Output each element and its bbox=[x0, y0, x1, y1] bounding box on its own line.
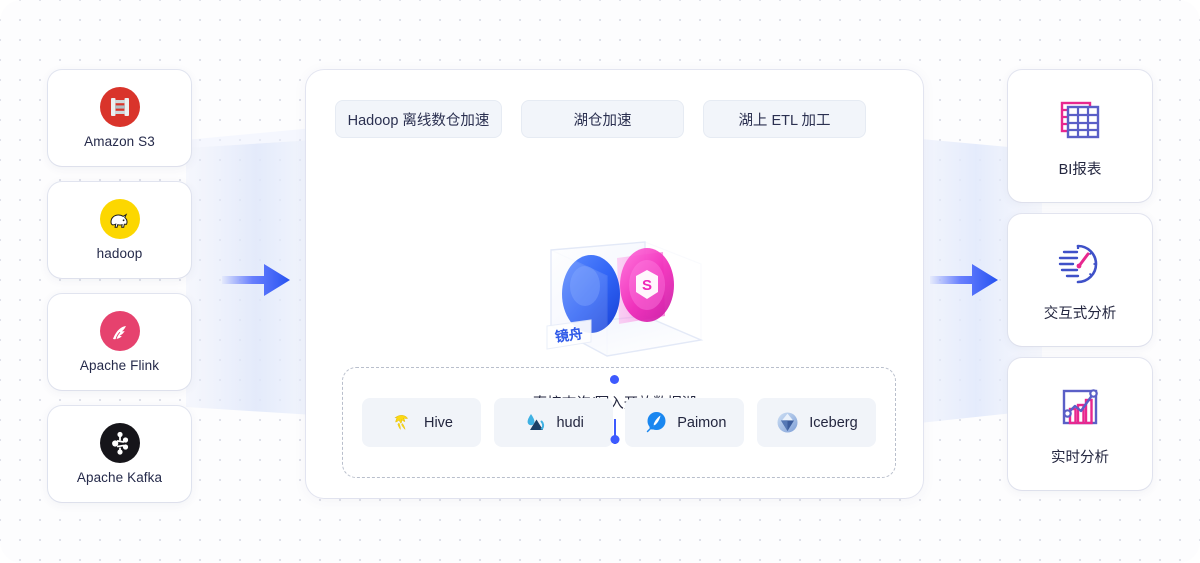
lake-label: Iceberg bbox=[809, 414, 858, 431]
lake-card-iceberg[interactable]: Iceberg bbox=[756, 398, 876, 447]
center-platform-panel: Hadoop 离线数仓加速 湖仓加速 湖上 ETL 加工 S 镜舟 直接查询/写… bbox=[306, 70, 923, 498]
outcome-label: 实时分析 bbox=[1051, 449, 1109, 466]
hadoop-icon bbox=[99, 199, 140, 239]
lake-label: Hive bbox=[423, 414, 453, 431]
lake-format-group: Hive hudi Paimon Iceberg bbox=[342, 367, 896, 478]
diagram-canvas: Amazon S3 hadoop Apache Flink Apache Kaf… bbox=[0, 0, 1200, 563]
mirrorship-3d-illustration: S 镜舟 bbox=[495, 230, 735, 380]
flow-arrow-right bbox=[930, 254, 1000, 311]
lake-label: Paimon bbox=[677, 414, 727, 431]
scenario-pill-row: Hadoop 离线数仓加速 湖仓加速 湖上 ETL 加工 bbox=[335, 100, 902, 138]
source-label: Apache Flink bbox=[79, 358, 160, 373]
logo-letter: S bbox=[641, 277, 651, 294]
bi-report-table-icon bbox=[1054, 94, 1106, 146]
source-card-amazon-s3[interactable]: Amazon S3 bbox=[48, 70, 191, 166]
lake-card-paimon[interactable]: Paimon bbox=[625, 398, 745, 447]
source-card-hadoop[interactable]: hadoop bbox=[48, 182, 191, 278]
scenario-label: Hadoop 离线数仓加速 bbox=[347, 112, 490, 129]
source-label: Apache Kafka bbox=[76, 470, 163, 485]
source-card-apache-flink[interactable]: Apache Flink bbox=[48, 294, 191, 390]
connector-dot-lower bbox=[610, 435, 619, 444]
scenario-pill-hadoop-offline[interactable]: Hadoop 离线数仓加速 bbox=[335, 100, 502, 138]
outcome-label: 交互式分析 bbox=[1043, 305, 1117, 322]
source-label: Amazon S3 bbox=[84, 134, 155, 149]
outcome-card-realtime-analysis[interactable]: 实时分析 bbox=[1008, 358, 1152, 490]
apache-iceberg-icon bbox=[775, 410, 800, 435]
apache-hudi-icon bbox=[522, 410, 547, 435]
scenario-label: 湖上 ETL 加工 bbox=[738, 112, 831, 129]
apache-hive-icon bbox=[390, 410, 415, 435]
apache-paimon-icon bbox=[643, 410, 668, 435]
data-source-column: Amazon S3 hadoop Apache Flink Apache Kaf… bbox=[48, 70, 191, 502]
source-card-apache-kafka[interactable]: Apache Kafka bbox=[48, 406, 191, 502]
lake-card-hudi[interactable]: hudi bbox=[493, 398, 613, 447]
outcome-label: BI报表 bbox=[1058, 161, 1102, 178]
lake-label: hudi bbox=[556, 414, 584, 431]
realtime-analysis-chart-icon bbox=[1054, 382, 1106, 434]
scenario-pill-lakehouse-accel[interactable]: 湖仓加速 bbox=[521, 100, 684, 138]
apache-flink-icon bbox=[99, 311, 140, 351]
flow-arrow-left bbox=[222, 254, 292, 311]
source-label: hadoop bbox=[96, 246, 143, 261]
scenario-label: 湖仓加速 bbox=[573, 112, 632, 129]
amazon-s3-icon bbox=[99, 87, 140, 127]
outcome-column: BI报表 交互式分析 实时分析 bbox=[1008, 70, 1152, 490]
lake-card-hive[interactable]: Hive bbox=[362, 398, 481, 447]
apache-kafka-icon bbox=[99, 423, 140, 463]
scenario-pill-lake-etl[interactable]: 湖上 ETL 加工 bbox=[703, 100, 866, 138]
outcome-card-bi-report[interactable]: BI报表 bbox=[1008, 70, 1152, 202]
interactive-analysis-gauge-icon bbox=[1054, 238, 1106, 290]
outcome-card-interactive-analysis[interactable]: 交互式分析 bbox=[1008, 214, 1152, 346]
